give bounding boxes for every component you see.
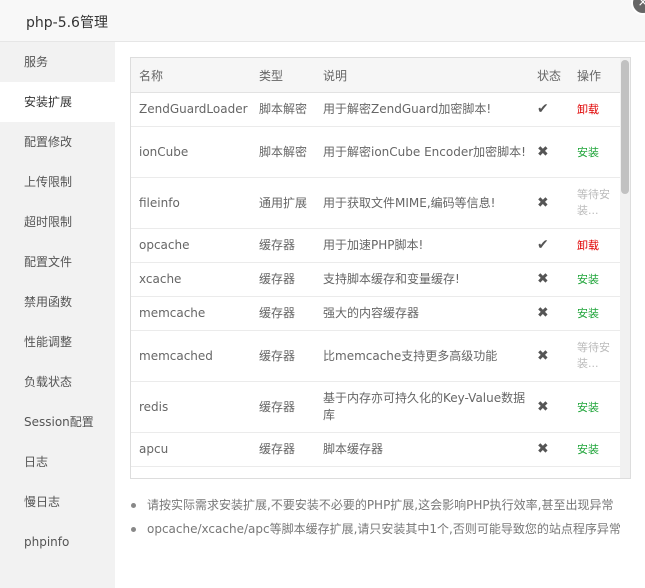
sidebar-item-timeout-limit[interactable]: 超时限制 xyxy=(0,202,115,242)
install-button[interactable]: 安装 xyxy=(577,443,599,456)
table-row: memcache 缓存器 强大的内容缓存器 ✖ 安装 xyxy=(131,296,621,331)
status-not-installed-icon: ✖ xyxy=(529,432,569,467)
note-item: opcache/xcache/apc等脚本缓存扩展,请只安装其中1个,否则可能导… xyxy=(131,521,636,545)
table-row: redis 缓存器 基于内存亦可持久化的Key-Value数据库 ✖ 安装 xyxy=(131,381,621,433)
extension-type: 缓存器 xyxy=(251,330,315,382)
extension-type: 脚本解密 xyxy=(251,92,315,127)
install-button[interactable]: 安装 xyxy=(577,307,599,320)
sidebar: 服务 安装扩展 配置修改 上传限制 超时限制 配置文件 禁用函数 性能调整 负载… xyxy=(0,42,115,588)
extension-name: opcache xyxy=(131,228,251,263)
extension-type: 缓存器 xyxy=(251,296,315,331)
extension-type: 缓存器 xyxy=(251,381,315,433)
table-row: ionCube 脚本解密 用于解密ionCube Encoder加密脚本! ✖ … xyxy=(131,126,621,178)
status-not-installed-icon: ✖ xyxy=(529,330,569,382)
table-row: xcache 缓存器 支持脚本缓存和变量缓存! ✖ 安装 xyxy=(131,262,621,297)
sidebar-item-config-file[interactable]: 配置文件 xyxy=(0,242,115,282)
extension-description: 比memcache支持更多高级功能 xyxy=(315,330,529,382)
extension-description: 用于解密ionCube Encoder加密脚本! xyxy=(315,126,529,178)
extension-description: 用于解密ZendGuard加密脚本! xyxy=(315,92,529,127)
table-row: memcached 缓存器 比memcache支持更多高级功能 ✖ 等待安装..… xyxy=(131,330,621,382)
table-row: fileinfo 通用扩展 用于获取文件MIME,编码等信息! ✖ 等待安装..… xyxy=(131,177,621,229)
uninstall-button[interactable]: 卸载 xyxy=(577,239,599,252)
extension-description: 用于获取文件MIME,编码等信息! xyxy=(315,177,529,229)
install-button[interactable]: 安装 xyxy=(577,273,599,286)
status-not-installed-icon: ✖ xyxy=(529,177,569,229)
sidebar-item-install-extensions[interactable]: 安装扩展 xyxy=(0,82,115,122)
sidebar-item-session-config[interactable]: Session配置 xyxy=(0,402,115,442)
status-installed-icon: ✔ xyxy=(529,92,569,127)
sidebar-item-service[interactable]: 服务 xyxy=(0,42,115,82)
extension-name: ionCube xyxy=(131,126,251,178)
table-row: ZendGuardLoader 脚本解密 用于解密ZendGuard加密脚本! … xyxy=(131,92,621,127)
extension-type: 缓存器 xyxy=(251,262,315,297)
extension-description: 强大的内容缓存器 xyxy=(315,296,529,331)
extension-type: 通用扩展 xyxy=(251,177,315,229)
table-header-row: 名称 类型 说明 状态 操作 xyxy=(131,58,621,93)
extension-type: 缓存器 xyxy=(251,228,315,263)
extension-name: fileinfo xyxy=(131,177,251,229)
extension-description: 脚本缓存器 xyxy=(315,432,529,467)
extension-description: 基于内存亦可持久化的Key-Value数据库 xyxy=(315,381,529,433)
install-button[interactable]: 安装 xyxy=(577,401,599,414)
extensions-table-container[interactable]: 名称 类型 说明 状态 操作 ZendGuardLoader 脚本解密 用于解密… xyxy=(130,57,631,479)
table-row: apcu 缓存器 脚本缓存器 ✖ 安装 xyxy=(131,432,621,467)
sidebar-item-upload-limit[interactable]: 上传限制 xyxy=(0,162,115,202)
table-scrollbar[interactable] xyxy=(620,58,630,478)
extensions-table: 名称 类型 说明 状态 操作 ZendGuardLoader 脚本解密 用于解密… xyxy=(131,58,621,467)
sidebar-item-config-edit[interactable]: 配置修改 xyxy=(0,122,115,162)
sidebar-item-disabled-functions[interactable]: 禁用函数 xyxy=(0,282,115,322)
header-description: 说明 xyxy=(315,58,529,93)
status-not-installed-icon: ✖ xyxy=(529,296,569,331)
extension-description: 用于加速PHP脚本! xyxy=(315,228,529,263)
status-not-installed-icon: ✖ xyxy=(529,126,569,178)
header-status: 状态 xyxy=(529,58,569,93)
extension-type: 脚本解密 xyxy=(251,126,315,178)
install-button[interactable]: 安装 xyxy=(577,146,599,159)
header-name: 名称 xyxy=(131,58,251,93)
status-not-installed-icon: ✖ xyxy=(529,262,569,297)
extension-name: xcache xyxy=(131,262,251,297)
waiting-install-status: 等待安装... xyxy=(577,341,610,370)
extension-type: 缓存器 xyxy=(251,432,315,467)
extension-name: memcache xyxy=(131,296,251,331)
extension-name: ZendGuardLoader xyxy=(131,92,251,127)
status-not-installed-icon: ✖ xyxy=(529,381,569,433)
uninstall-button[interactable]: 卸载 xyxy=(577,103,599,116)
extension-description: 支持脚本缓存和变量缓存! xyxy=(315,262,529,297)
waiting-install-status: 等待安装... xyxy=(577,188,610,217)
notes-list: 请按实际需求安装扩展,不要安装不必要的PHP扩展,这会影响PHP执行效率,甚至出… xyxy=(131,497,636,545)
extension-name: apcu xyxy=(131,432,251,467)
dialog-titlebar: php-5.6管理 xyxy=(0,0,645,42)
table-row: opcache 缓存器 用于加速PHP脚本! ✔ 卸载 xyxy=(131,228,621,263)
sidebar-item-slow-log[interactable]: 慢日志 xyxy=(0,482,115,522)
status-installed-icon: ✔ xyxy=(529,228,569,263)
extension-name: memcached xyxy=(131,330,251,382)
sidebar-item-log[interactable]: 日志 xyxy=(0,442,115,482)
sidebar-item-phpinfo[interactable]: phpinfo xyxy=(0,522,115,562)
scrollbar-thumb[interactable] xyxy=(621,60,629,194)
dialog-title: php-5.6管理 xyxy=(26,15,108,31)
header-type: 类型 xyxy=(251,58,315,93)
note-item: 请按实际需求安装扩展,不要安装不必要的PHP扩展,这会影响PHP执行效率,甚至出… xyxy=(131,497,636,521)
header-operation: 操作 xyxy=(569,58,621,93)
sidebar-item-performance[interactable]: 性能调整 xyxy=(0,322,115,362)
main-panel: 名称 类型 说明 状态 操作 ZendGuardLoader 脚本解密 用于解密… xyxy=(115,42,645,588)
sidebar-item-load-status[interactable]: 负载状态 xyxy=(0,362,115,402)
extension-name: redis xyxy=(131,381,251,433)
